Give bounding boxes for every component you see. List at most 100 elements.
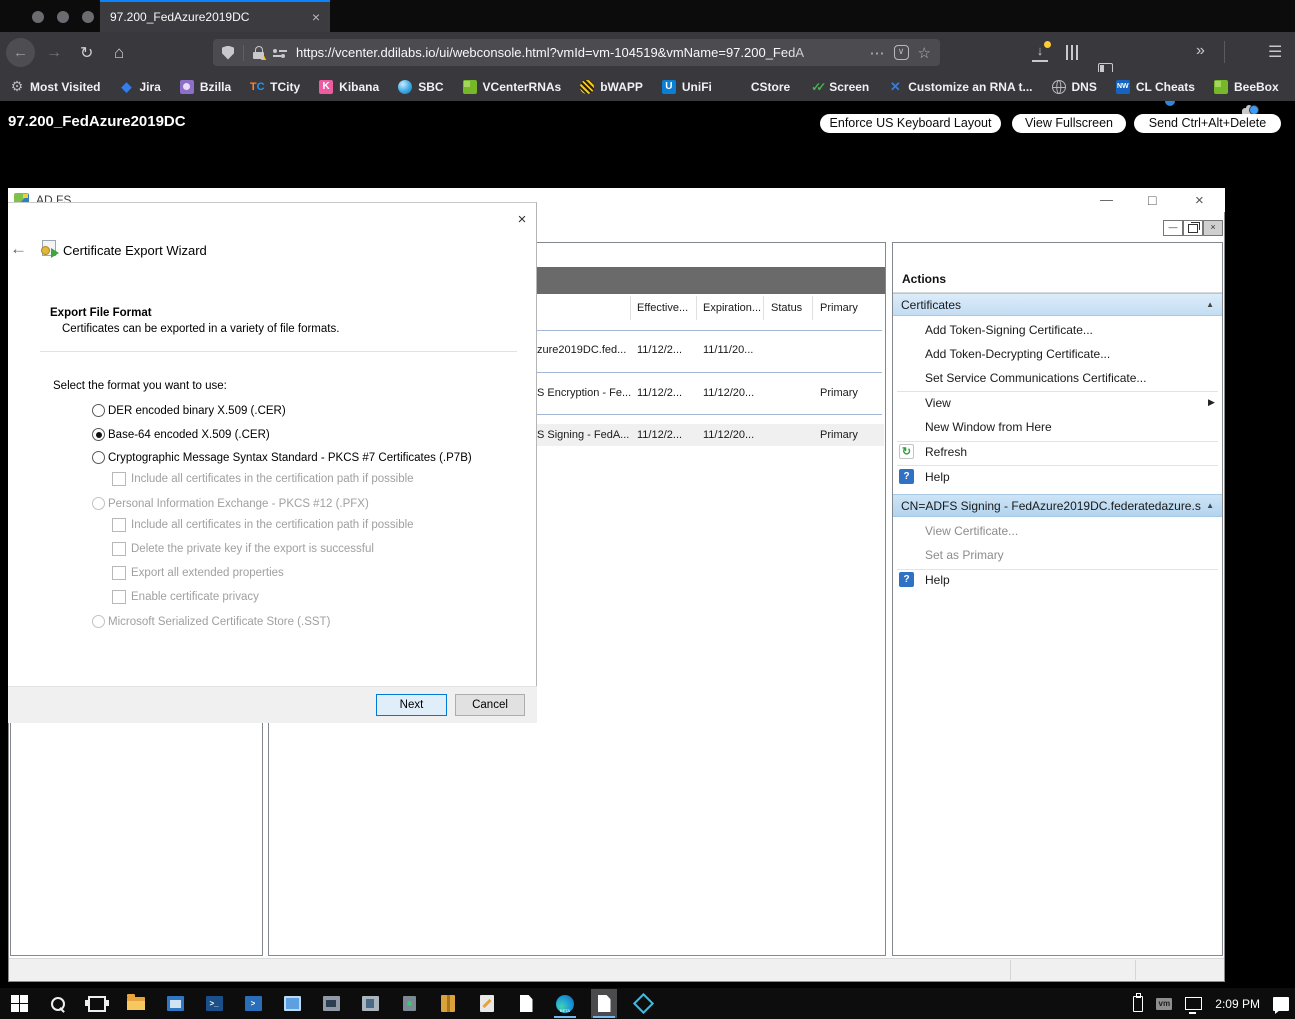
bookmark-sbc[interactable]: SBC — [398, 79, 444, 94]
mac-minimize-button[interactable] — [57, 11, 69, 23]
page-actions-icon[interactable]: ⋯ — [870, 44, 885, 62]
action-new-window[interactable]: New Window from Here — [925, 420, 1052, 434]
cert-row-primary[interactable]: Primary — [820, 429, 858, 441]
action-add-token-signing[interactable]: Add Token-Signing Certificate... — [925, 323, 1093, 337]
wizard-back-icon[interactable]: ← — [10, 239, 27, 259]
bookmark-customize-rna[interactable]: ✕ Customize an RNA t... — [888, 79, 1033, 94]
mac-zoom-button[interactable] — [82, 11, 94, 23]
action-help-cn[interactable]: Help — [925, 573, 950, 587]
wizard-close-icon[interactable]: × — [508, 208, 536, 232]
radio-der-label[interactable]: DER encoded binary X.509 (.CER) — [108, 405, 286, 417]
action-view-certificate[interactable]: View Certificate... — [925, 524, 1018, 538]
start-button[interactable] — [6, 989, 32, 1018]
taskbar-active-document[interactable] — [591, 989, 617, 1018]
column-status[interactable]: Status — [771, 302, 802, 314]
taskbar-ad-users-tool[interactable] — [396, 989, 422, 1018]
taskbar-notepad[interactable] — [513, 989, 539, 1018]
action-set-as-primary[interactable]: Set as Primary — [925, 548, 1004, 562]
taskbar-tools-app[interactable] — [474, 989, 500, 1018]
home-button[interactable]: ⌂ — [114, 43, 124, 63]
cert-row-name[interactable]: zure2019DC.fed... — [537, 344, 626, 356]
action-refresh[interactable]: Refresh — [925, 445, 967, 459]
usb-tray-icon[interactable] — [1133, 992, 1144, 1012]
tracking-shield-icon[interactable] — [222, 45, 234, 60]
adfs-maximize-icon[interactable]: □ — [1148, 192, 1156, 208]
taskbar-powershell[interactable]: >_ — [201, 989, 227, 1018]
library-icon[interactable] — [1066, 45, 1081, 60]
enforce-keyboard-button[interactable]: Enforce US Keyboard Layout — [820, 114, 1001, 133]
network-tray-icon[interactable] — [1185, 997, 1203, 1014]
mmc-child-restore-button[interactable] — [1183, 220, 1203, 236]
action-set-service-communications[interactable]: Set Service Communications Certificate..… — [925, 371, 1146, 385]
radio-base64[interactable] — [92, 428, 105, 441]
cert-row-expiration[interactable]: 11/12/20... — [703, 387, 754, 399]
taskbar-wizard-app[interactable] — [630, 989, 656, 1018]
radio-pkcs7-label[interactable]: Cryptographic Message Syntax Standard - … — [108, 452, 472, 464]
mac-close-button[interactable] — [32, 11, 44, 23]
taskbar-edge-beta[interactable]: BETA — [552, 989, 578, 1018]
bookmark-cl-cheats[interactable]: NW CL Cheats — [1115, 79, 1195, 94]
permissions-icon[interactable] — [273, 47, 287, 59]
toolbar-overflow-icon[interactable]: » — [1196, 42, 1205, 60]
send-ctrl-alt-delete-button[interactable]: Send Ctrl+Alt+Delete — [1134, 114, 1281, 133]
column-primary[interactable]: Primary — [820, 302, 858, 314]
radio-der[interactable] — [92, 404, 105, 417]
forward-button[interactable]: → — [46, 44, 62, 62]
bookmark-unifi[interactable]: U UniFi — [661, 79, 712, 94]
radio-pkcs7[interactable] — [92, 451, 105, 464]
actions-group-certificates[interactable]: Certificates ▲ — [893, 293, 1222, 316]
taskbar-search-button[interactable] — [45, 989, 71, 1018]
bookmark-screen[interactable]: ✓✓ Screen — [809, 80, 869, 94]
task-view-button[interactable] — [84, 989, 110, 1018]
bookmark-beebox[interactable]: BeeBox — [1213, 79, 1279, 94]
notification-center-icon[interactable] — [1273, 996, 1289, 1014]
taskbar-adfs-management[interactable] — [357, 989, 383, 1018]
mmc-child-minimize-button[interactable]: — — [1163, 220, 1183, 236]
action-help-certificates[interactable]: Help — [925, 470, 950, 484]
back-button[interactable]: ← — [6, 38, 35, 67]
taskbar-file-explorer[interactable] — [123, 989, 149, 1018]
adfs-close-icon[interactable]: × — [1195, 192, 1204, 209]
bookmark-star-icon[interactable]: ☆ — [918, 44, 931, 62]
cert-row-name[interactable]: S Encryption - Fe... — [537, 387, 631, 399]
menu-hamburger-icon[interactable]: ☰ — [1268, 42, 1282, 62]
bookmark-tcity[interactable]: T C TCity — [250, 80, 300, 94]
bookmark-cstore[interactable]: CStore — [731, 80, 790, 94]
downloads-icon[interactable]: ↓ — [1032, 41, 1051, 62]
bookmark-bzilla[interactable]: Bzilla — [179, 79, 231, 94]
taskbar-clock[interactable]: 2:09 PM — [1215, 997, 1260, 1011]
lock-warning-icon[interactable]: ▲ — [253, 46, 268, 62]
column-expiration[interactable]: Expiration... — [703, 302, 761, 314]
bookmark-most-visited[interactable]: ⚙ Most Visited — [10, 78, 101, 94]
action-view[interactable]: View — [925, 396, 951, 410]
action-add-token-decrypting[interactable]: Add Token-Decrypting Certificate... — [925, 347, 1110, 361]
view-fullscreen-button[interactable]: View Fullscreen — [1012, 114, 1126, 133]
url-bar[interactable]: ▲ https://vcenter.ddilabs.io/ui/webconso… — [213, 39, 940, 66]
actions-group-selected-cert[interactable]: CN=ADFS Signing - FedAzure2019DC.federat… — [893, 494, 1222, 517]
cert-row-name[interactable]: S Signing - FedA... — [537, 429, 629, 441]
cert-row-effective[interactable]: 11/12/2... — [637, 429, 682, 441]
vmware-tools-tray-icon[interactable]: vm — [1156, 997, 1173, 1010]
bookmark-vcenterrnas[interactable]: VCenterRNAs — [462, 79, 561, 94]
taskbar-event-viewer[interactable] — [435, 989, 461, 1018]
column-effective[interactable]: Effective... — [637, 302, 688, 314]
bookmark-jira[interactable]: ◆ Jira — [119, 79, 160, 94]
tab-close-icon[interactable]: × — [312, 9, 320, 25]
bookmark-bwapp[interactable]: bWAPP — [580, 79, 643, 94]
taskbar-powershell-ise[interactable]: > — [240, 989, 266, 1018]
cert-row-primary[interactable]: Primary — [820, 387, 858, 399]
cert-row-expiration[interactable]: 11/12/20... — [703, 429, 754, 441]
taskbar-remote-desktop[interactable] — [318, 989, 344, 1018]
cert-row-expiration[interactable]: 11/11/20... — [703, 344, 753, 356]
taskbar-window-app[interactable] — [279, 989, 305, 1018]
bookmark-dns[interactable]: DNS — [1051, 79, 1097, 94]
reload-button[interactable]: ↻ — [80, 43, 93, 63]
browser-tab[interactable]: 97.200_FedAzure2019DC × — [100, 0, 330, 32]
next-button[interactable]: Next — [376, 694, 447, 716]
url-text[interactable]: https://vcenter.ddilabs.io/ui/webconsole… — [296, 45, 861, 60]
taskbar-server-manager[interactable] — [162, 989, 188, 1018]
checkbox-include-path-1[interactable] — [112, 472, 126, 486]
cancel-button[interactable]: Cancel — [455, 694, 525, 716]
radio-base64-label[interactable]: Base-64 encoded X.509 (.CER) — [108, 429, 270, 441]
cert-row-effective[interactable]: 11/12/2... — [637, 387, 682, 399]
